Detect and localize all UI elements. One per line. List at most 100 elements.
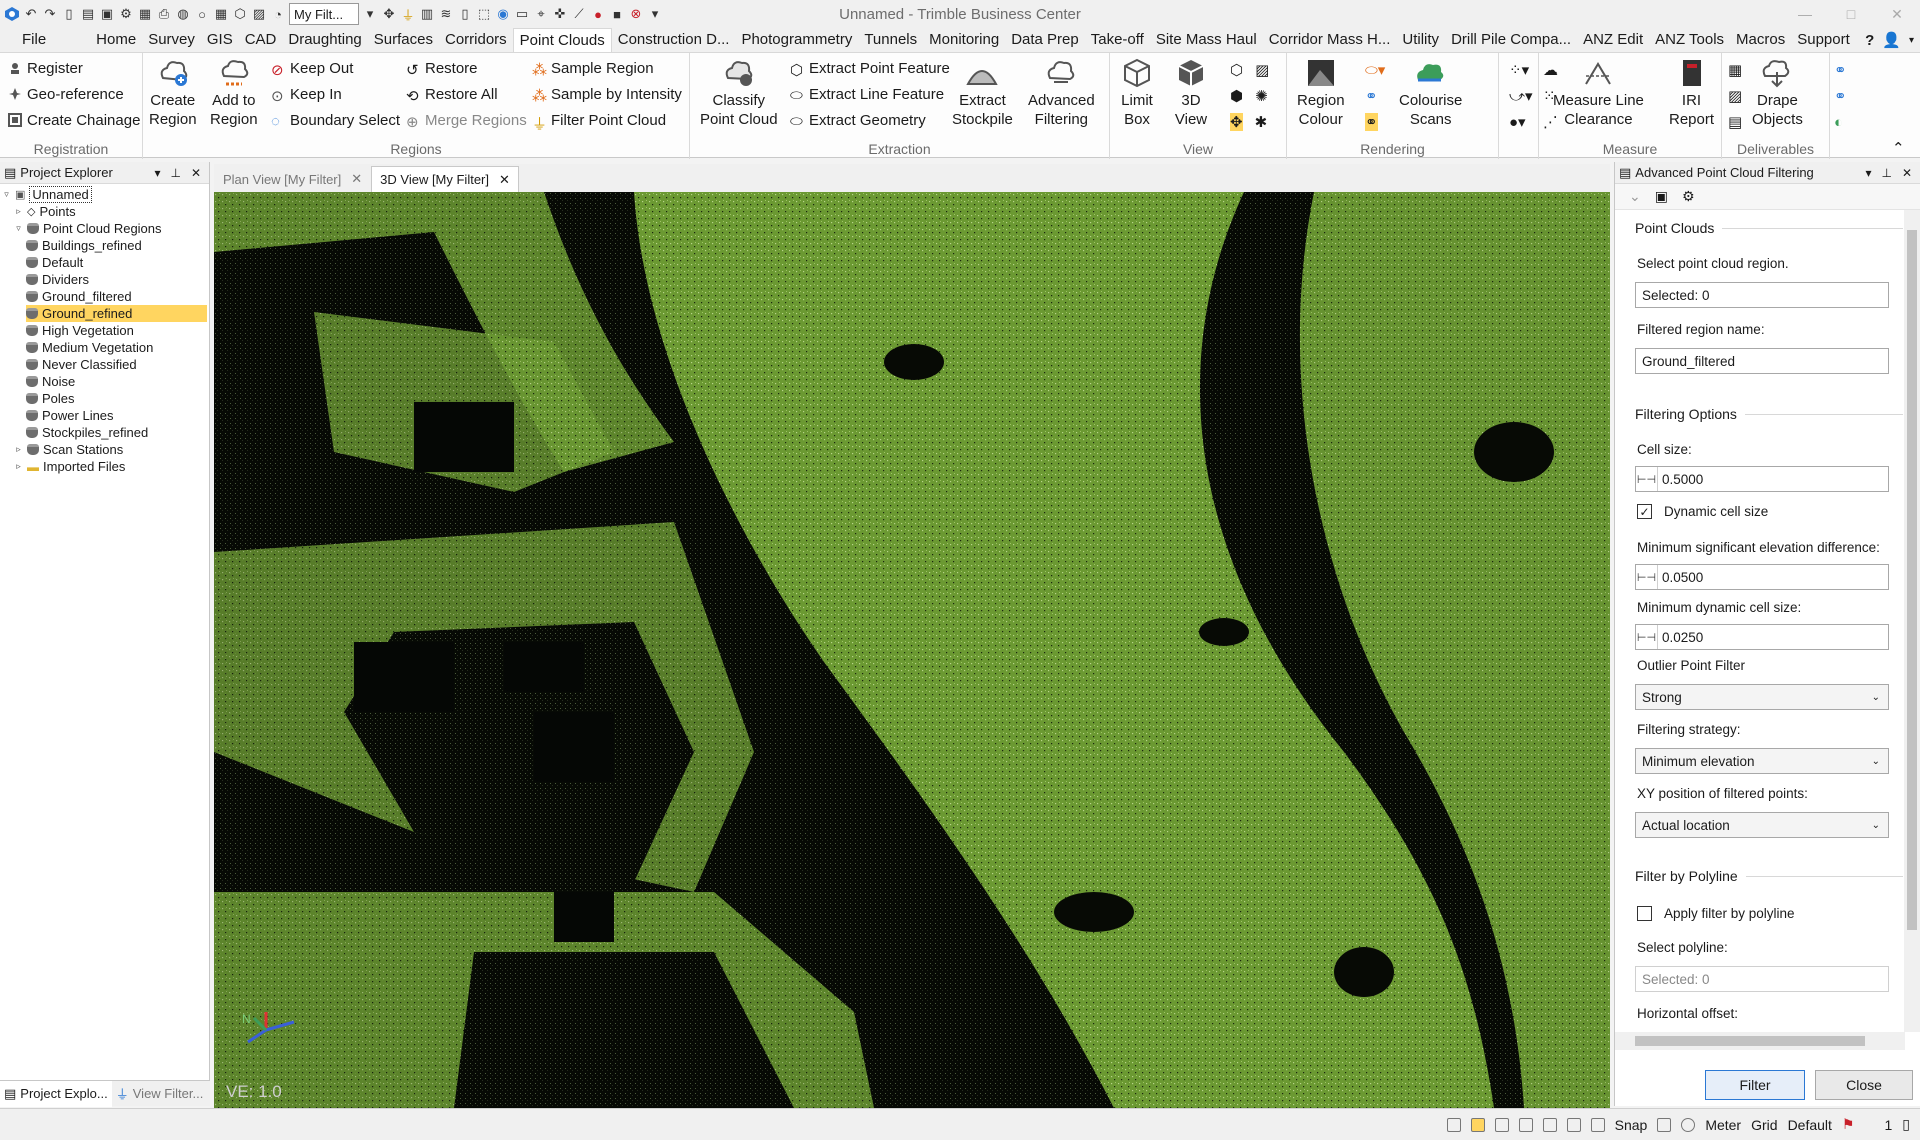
menu-point-clouds[interactable]: Point Clouds — [512, 28, 612, 52]
hscroll-thumb[interactable] — [1635, 1036, 1865, 1046]
stack-icon[interactable]: ≋ — [438, 6, 454, 22]
tab-project-explorer[interactable]: ▤ Project Explo... — [0, 1080, 112, 1107]
boundary-select-button[interactable]: ◌ Boundary Select — [271, 109, 400, 131]
vertical-scrollbar[interactable] — [1904, 210, 1920, 1032]
redo-icon[interactable]: ↷ — [42, 6, 58, 22]
view-icon[interactable]: ◔ — [270, 6, 286, 22]
tool-icon[interactable]: ✱ — [1255, 113, 1268, 131]
tree-region-item[interactable]: Ground_refined — [26, 305, 207, 322]
expand-toggle-icon[interactable]: ▹ — [14, 444, 23, 455]
merge-regions-button[interactable]: ⊕ Merge Regions — [406, 109, 527, 132]
tree-region-item[interactable]: Stockpiles_refined — [26, 424, 148, 441]
tree-region-item[interactable]: Ground_filtered — [26, 288, 132, 305]
iri-report-button[interactable]: IRI Report — [1669, 57, 1714, 129]
expand-toggle-icon[interactable]: ▹ — [14, 461, 23, 472]
crosshair-icon[interactable]: ✜ — [552, 6, 568, 22]
tab-3d-view[interactable]: 3D View [My Filter] ✕ — [371, 166, 519, 192]
menu-surfaces[interactable]: Surfaces — [368, 28, 439, 52]
horizontal-scrollbar[interactable] — [1615, 1032, 1905, 1050]
tab-plan-view[interactable]: Plan View [My Filter] ✕ — [214, 166, 371, 192]
menu-gis[interactable]: GIS — [201, 28, 239, 52]
tree-region-item[interactable]: Medium Vegetation — [26, 339, 153, 356]
doc-icon[interactable]: ▭ — [514, 6, 530, 22]
cell-size-input[interactable]: ⊢⊣ 0.5000 — [1635, 466, 1889, 492]
3d-view-button[interactable]: 3D View — [1174, 57, 1208, 129]
measure-status-icon[interactable] — [1590, 1117, 1605, 1132]
flag-icon[interactable]: ⚑ — [1842, 1116, 1855, 1133]
grid-label[interactable]: Grid — [1751, 1117, 1777, 1133]
print-icon[interactable]: ⎙ — [156, 6, 172, 22]
measure-icon[interactable]: ⟋ — [571, 6, 587, 22]
close-button[interactable]: Close — [1815, 1070, 1913, 1100]
expand-toggle-icon[interactable]: ▹ — [14, 206, 23, 217]
deliv-small-2[interactable]: ▨ — [1728, 85, 1742, 107]
stop-icon[interactable]: ■ — [609, 6, 625, 22]
advanced-filtering-button[interactable]: Advanced Filtering — [1028, 57, 1095, 129]
tree-imported-files[interactable]: ▹ ▬ Imported Files — [14, 458, 125, 475]
image-status-icon[interactable] — [1542, 1117, 1557, 1132]
menu-drill-pile-compa[interactable]: Drill Pile Compa... — [1445, 28, 1577, 52]
menu-monitoring[interactable]: Monitoring — [923, 28, 1005, 52]
chevron-down-icon[interactable]: ▾ — [1909, 35, 1914, 46]
colourise-scans-button[interactable]: Colourise Scans — [1399, 57, 1462, 129]
collapse-ribbon-button[interactable]: ⌃ — [1892, 137, 1905, 159]
extract-line-feature-button[interactable]: ⬭ Extract Line Feature — [790, 83, 944, 105]
pane-menu-icon[interactable]: ▾ — [154, 166, 160, 180]
restore-button[interactable]: ↺ Restore — [406, 57, 478, 80]
menu-construction-d[interactable]: Construction D... — [612, 28, 736, 52]
tree-region-item[interactable]: Never Classified — [26, 356, 137, 373]
grid-status-icon[interactable] — [1566, 1117, 1581, 1132]
filter-button[interactable]: Filter — [1705, 1070, 1805, 1100]
geo-reference-button[interactable]: Geo-reference — [8, 83, 124, 105]
tree-points[interactable]: ▹ ◇ Points — [14, 203, 75, 220]
menu-corridor-mass-h[interactable]: Corridor Mass H... — [1263, 28, 1397, 52]
menu-anz-edit[interactable]: ANZ Edit — [1577, 28, 1649, 52]
dynamic-cell-size-checkbox[interactable]: ✓ Dynamic cell size — [1637, 504, 1768, 519]
menu-support[interactable]: Support — [1791, 28, 1856, 52]
filter-icon[interactable]: ⏚ — [400, 6, 416, 23]
dynamic-cell-size-box[interactable]: ✓ — [1637, 504, 1652, 519]
limit-box-button[interactable]: Limit Box — [1120, 57, 1154, 129]
menu-draughting[interactable]: Draughting — [282, 28, 367, 52]
import-icon[interactable]: ▦ — [137, 6, 153, 22]
deliv-small-1[interactable]: ▦ — [1728, 59, 1742, 81]
extra-small-1[interactable]: ⚭ — [1834, 59, 1847, 81]
register-button[interactable]: Register — [8, 57, 83, 79]
tree-region-item[interactable]: Dividers — [26, 271, 89, 288]
select-mode-icon[interactable] — [1470, 1117, 1485, 1132]
apply-polyline-checkbox[interactable]: Apply filter by polyline — [1637, 906, 1795, 921]
3d-viewport[interactable]: N VE: 1.0 — [214, 192, 1610, 1108]
snap-label[interactable]: Snap — [1615, 1117, 1648, 1133]
menu-take-off[interactable]: Take-off — [1085, 28, 1150, 52]
menu-photogrammetry[interactable]: Photogrammetry — [735, 28, 858, 52]
default-label[interactable]: Default — [1788, 1117, 1832, 1133]
min-dynamic-cell-input[interactable]: ⊢⊣ 0.0250 — [1635, 624, 1889, 650]
select-icon[interactable]: ⌖ — [533, 6, 549, 22]
keep-in-button[interactable]: ⊙ Keep In — [271, 83, 342, 106]
undo-icon[interactable]: ↶ — [23, 6, 39, 22]
menu-data-prep[interactable]: Data Prep — [1005, 28, 1085, 52]
tree-root[interactable]: ▿ ▣ Unnamed — [2, 186, 92, 203]
pan-icon[interactable]: ✥ — [381, 6, 397, 22]
outlier-filter-select[interactable]: Strong ⌄ — [1635, 684, 1889, 710]
filtered-region-name-input[interactable]: Ground_filtered — [1635, 348, 1889, 374]
min-elevation-input[interactable]: ⊢⊣ 0.0500 — [1635, 564, 1889, 590]
measure-line-clearance-button[interactable]: Measure Line Clearance — [1553, 57, 1644, 129]
extra-small-2[interactable]: ⚭ — [1834, 85, 1847, 107]
drape-objects-button[interactable]: Drape Objects — [1752, 57, 1803, 129]
compass-icon[interactable]: ◉ — [495, 6, 511, 22]
xy-position-select[interactable]: Actual location ⌄ — [1635, 812, 1889, 838]
sample-region-button[interactable]: ⁂ Sample Region — [532, 57, 654, 80]
close-tab-icon[interactable]: ✕ — [351, 171, 362, 187]
extract-geometry-button[interactable]: ⬭ Extract Geometry — [790, 109, 926, 131]
globe-icon[interactable]: ◍ — [175, 6, 191, 22]
maximize-button[interactable]: □ — [1828, 0, 1874, 28]
photo-status-icon[interactable] — [1657, 1117, 1672, 1132]
snap-mode-icon[interactable] — [1494, 1117, 1509, 1132]
menu-corridors[interactable]: Corridors — [439, 28, 513, 52]
minimize-button[interactable]: — — [1782, 0, 1828, 28]
misc-small-1[interactable]: ⁘▾ — [1509, 59, 1529, 81]
tree-point-cloud-regions[interactable]: ▿ Point Cloud Regions — [14, 220, 161, 237]
command-icon[interactable] — [1446, 1117, 1461, 1132]
add-to-region-button[interactable]: Add to Region — [210, 57, 258, 129]
